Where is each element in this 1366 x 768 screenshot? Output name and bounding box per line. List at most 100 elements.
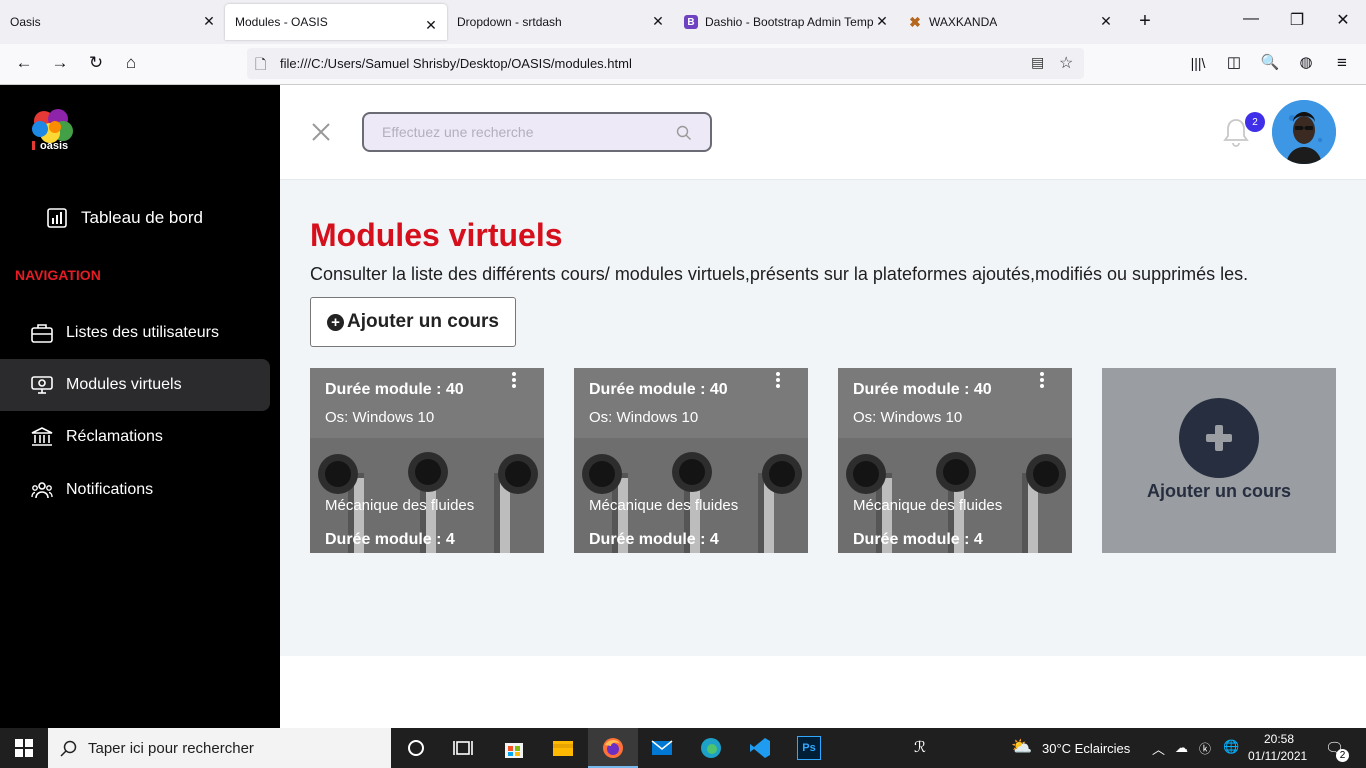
module-name: Mécanique des fluides: [853, 497, 1003, 514]
add-course-card-label: Ajouter un cours: [1146, 481, 1291, 501]
tab-oasis[interactable]: Oasis ✕: [0, 0, 225, 44]
tab-title: Dashio - Bootstrap Admin Temp: [705, 15, 874, 29]
module-card[interactable]: Durée module : 40 Os: Windows 10 Mécaniq…: [838, 368, 1072, 553]
sidebar-item-label: Tableau de bord: [81, 208, 203, 227]
bank-icon: [30, 425, 54, 449]
page-subtitle: Consulter la liste des différents cours/…: [310, 264, 1249, 284]
windows-taskbar: Taper ici pour rechercher Ps ℛ ⛅ 30°C Ec…: [0, 728, 1366, 768]
menu-icon[interactable]: ≡: [1330, 53, 1354, 73]
projector-icon: [30, 373, 54, 397]
file-explorer-icon[interactable]: [551, 736, 575, 760]
search-input[interactable]: [382, 124, 662, 140]
windows-start-icon[interactable]: [12, 736, 36, 760]
bookmark-star-icon[interactable]: ☆: [1059, 53, 1073, 73]
url-text[interactable]: file:///C:/Users/Samuel Shrisby/Desktop/…: [280, 56, 632, 71]
action-center-badge: 2: [1336, 749, 1349, 762]
sidebar: oasis Tableau de bord NAVIGATION Listes …: [0, 85, 280, 728]
home-icon[interactable]: ⌂: [119, 53, 143, 73]
module-name: Mécanique des fluides: [325, 497, 475, 514]
sidebar-item-label: Listes des utilisateurs: [66, 324, 219, 341]
tab-title: Dropdown - srtdash: [457, 15, 562, 29]
search-box: [362, 112, 712, 152]
reader-view-icon[interactable]: ▤: [1031, 54, 1044, 71]
more-options-icon[interactable]: [774, 372, 782, 388]
main-content: Modules virtuels Consulter la liste des …: [280, 180, 1366, 656]
tab-title: WAXKANDA: [929, 15, 998, 29]
sidebar-toggle-icon[interactable]: ◫: [1222, 53, 1246, 71]
extension-icon[interactable]: ◍: [1294, 53, 1318, 71]
firefox-taskbar-active[interactable]: [588, 728, 638, 768]
tab-title: Modules - OASIS: [235, 15, 328, 29]
clock-time[interactable]: 20:58: [1264, 732, 1294, 746]
sidebar-item-reclamations[interactable]: Réclamations: [0, 411, 270, 463]
globe-icon[interactable]: 🌐: [1223, 739, 1239, 755]
page-title: Modules virtuels: [310, 217, 563, 253]
module-card[interactable]: Durée module : 40 Os: Windows 10 Mécaniq…: [574, 368, 808, 553]
back-icon[interactable]: ←: [12, 53, 36, 73]
logo-text: oasis: [40, 140, 69, 152]
tab-close-icon[interactable]: ✕: [1098, 13, 1114, 30]
search-icon: [60, 740, 77, 757]
add-course-button-label: Ajouter un cours: [346, 311, 499, 332]
browser-navbar: ← → ↻ ⌂ 🗋 file:///C:/Users/Samuel Shrisb…: [0, 44, 1366, 85]
weather-text[interactable]: 30°C Eclaircies: [1042, 741, 1130, 756]
module-card[interactable]: Durée module : 40 Os: Windows 10 Mécaniq…: [310, 368, 544, 553]
tab-close-icon[interactable]: ✕: [423, 17, 439, 34]
edge-icon[interactable]: [699, 736, 723, 760]
tab-close-icon[interactable]: ✕: [874, 13, 890, 30]
store-icon[interactable]: [502, 736, 526, 760]
more-options-icon[interactable]: [510, 372, 518, 388]
plus-circle-icon: [1179, 398, 1259, 478]
forward-icon[interactable]: →: [48, 53, 72, 73]
tab-dropdown-srtdash[interactable]: Dropdown - srtdash ✕: [447, 0, 674, 44]
sidebar-item-users[interactable]: Listes des utilisateurs: [0, 307, 270, 359]
task-view-icon[interactable]: [452, 736, 476, 760]
sidebar-item-label: Réclamations: [66, 428, 163, 445]
weather-icon[interactable]: ⛅: [1011, 737, 1032, 757]
sidebar-item-modules[interactable]: Modules virtuels: [0, 359, 270, 411]
new-tab-icon[interactable]: +: [1134, 10, 1156, 33]
library-icon[interactable]: |||\: [1186, 55, 1210, 71]
onedrive-icon[interactable]: ☁: [1175, 740, 1188, 756]
sidebar-item-dashboard[interactable]: Tableau de bord: [15, 192, 285, 244]
close-icon[interactable]: [310, 121, 332, 143]
tab-dashio[interactable]: B Dashio - Bootstrap Admin Temp ✕: [674, 0, 898, 44]
module-duration-footer: Durée module : 4: [325, 531, 455, 548]
add-course-card[interactable]: Ajouter un cours: [1102, 368, 1336, 553]
keyboard-icon[interactable]: ⓚ: [1199, 740, 1211, 757]
sidebar-item-label: Modules virtuels: [66, 376, 182, 393]
reload-icon[interactable]: ↻: [84, 53, 108, 73]
sidebar-item-notifications[interactable]: Notifications: [0, 464, 270, 516]
browser-tabbar: Oasis ✕ Modules - OASIS ✕ Dropdown - srt…: [0, 0, 1366, 44]
module-name: Mécanique des fluides: [589, 497, 739, 514]
taskbar-search[interactable]: Taper ici pour rechercher: [48, 728, 391, 768]
bar-chart-icon: [45, 206, 69, 230]
chevron-up-icon[interactable]: ︿: [1152, 739, 1165, 758]
cortana-icon[interactable]: [404, 736, 428, 760]
close-window-icon[interactable]: ✕: [1333, 10, 1353, 30]
tab-modules-oasis[interactable]: Modules - OASIS ✕: [225, 4, 447, 40]
avatar[interactable]: [1272, 100, 1336, 164]
more-options-icon[interactable]: [1038, 372, 1046, 388]
firefox-icon: [603, 738, 623, 758]
tab-close-icon[interactable]: ✕: [201, 13, 217, 30]
clock-date[interactable]: 01/11/2021: [1248, 749, 1307, 763]
url-bar[interactable]: 🗋 file:///C:/Users/Samuel Shrisby/Deskto…: [247, 48, 1084, 79]
add-course-button[interactable]: + Ajouter un cours: [310, 297, 516, 347]
people-icon[interactable]: ℛ: [914, 738, 926, 756]
module-os: Os: Windows 10: [589, 409, 699, 426]
tab-waxkanda[interactable]: ✖ WAXKANDA ✕: [898, 0, 1122, 44]
taskbar-search-text: Taper ici pour rechercher: [88, 740, 254, 757]
photoshop-icon[interactable]: Ps: [797, 736, 821, 760]
zoom-extension-icon[interactable]: 🔍: [1258, 53, 1282, 71]
module-duration: Durée module : 40: [325, 381, 464, 398]
minimize-icon[interactable]: —: [1241, 10, 1261, 28]
users-icon: [30, 478, 54, 502]
restore-icon[interactable]: ❐: [1287, 10, 1307, 30]
module-duration: Durée module : 40: [589, 381, 728, 398]
search-icon[interactable]: [676, 125, 692, 141]
user-photo-icon: [1272, 100, 1336, 164]
vscode-icon[interactable]: [748, 736, 772, 760]
mail-icon[interactable]: [650, 736, 674, 760]
tab-close-icon[interactable]: ✕: [650, 13, 666, 30]
